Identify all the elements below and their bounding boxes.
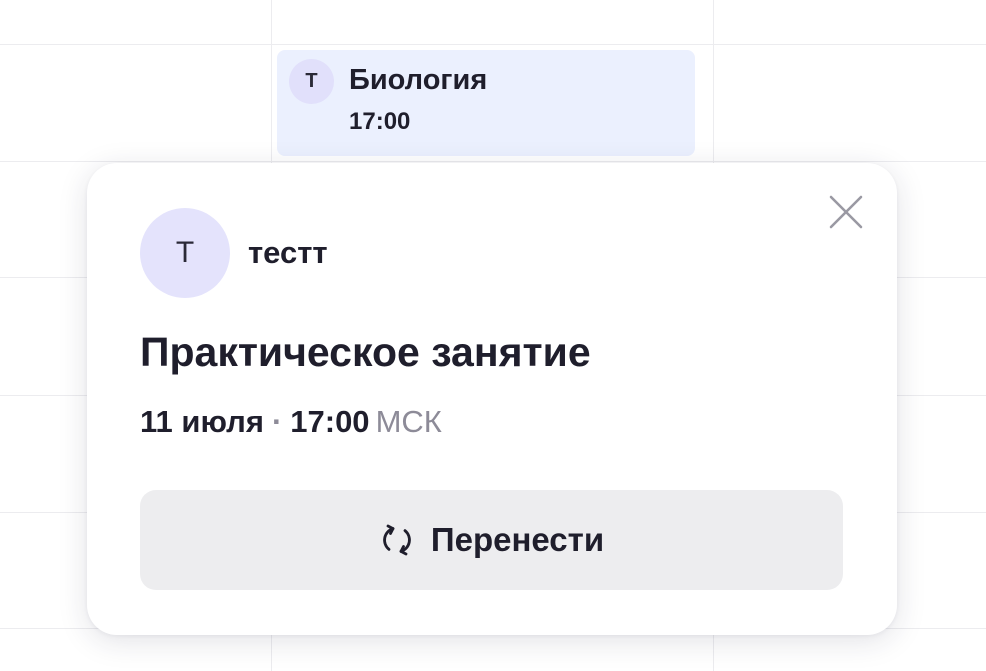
reschedule-button[interactable]: Перенести xyxy=(140,490,843,590)
timezone-label: МСК xyxy=(375,404,442,439)
user-name: тестт xyxy=(248,235,328,270)
close-button[interactable] xyxy=(828,194,864,230)
lesson-title: Практическое занятие xyxy=(140,329,591,375)
close-icon xyxy=(829,195,863,229)
datetime-separator: · xyxy=(271,404,283,439)
avatar: Т xyxy=(140,208,230,298)
event-title: Биология xyxy=(349,64,488,96)
refresh-arrows-icon xyxy=(379,522,415,558)
lesson-time: 17:00 xyxy=(290,404,370,439)
lesson-datetime: 11 июля · 17:00 МСК xyxy=(140,404,442,440)
lesson-date: 11 июля xyxy=(140,404,264,439)
grid-row-divider xyxy=(0,161,986,162)
grid-row-divider xyxy=(0,44,986,45)
event-avatar: Т xyxy=(289,59,334,104)
event-time: 17:00 xyxy=(349,108,411,135)
calendar-event-card[interactable]: Т Биология 17:00 xyxy=(277,50,695,156)
event-details-popover: Т тестт Практическое занятие 11 июля · 17:… xyxy=(87,163,897,635)
reschedule-label: Перенести xyxy=(430,521,605,558)
